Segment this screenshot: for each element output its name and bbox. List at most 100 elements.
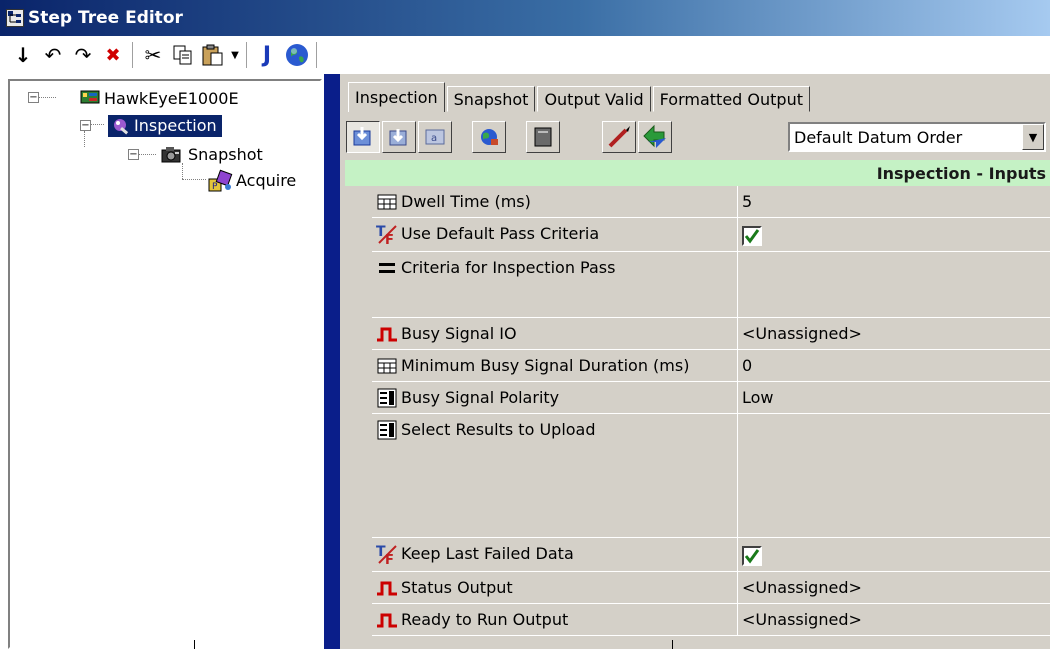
property-value-cell[interactable]: <Unassigned> — [738, 604, 1050, 636]
property-value-cell[interactable] — [738, 218, 1050, 252]
collapse-icon[interactable]: − — [128, 149, 139, 160]
property-name: Dwell Time (ms) — [401, 192, 531, 211]
property-name: Keep Last Failed Data — [401, 544, 574, 563]
use-default-pass-criteria-checkbox[interactable] — [742, 226, 762, 246]
property-value-cell[interactable]: 0 — [738, 350, 1050, 382]
chevron-down-icon: ▼ — [231, 49, 239, 61]
collapse-icon[interactable]: − — [80, 120, 91, 131]
tree-node-label: HawkEyeE1000E — [104, 88, 239, 108]
tree-connector — [84, 131, 85, 147]
divider — [672, 640, 673, 649]
property-row[interactable]: Ready to Run Output <Unassigned> — [340, 604, 1050, 636]
property-name: Select Results to Upload — [401, 420, 596, 439]
device-icon — [80, 89, 100, 105]
property-value-cell[interactable]: <Unassigned> — [738, 572, 1050, 604]
property-row[interactable]: Minimum Busy Signal Duration (ms) 0 — [340, 350, 1050, 382]
svg-text:a: a — [431, 133, 437, 144]
tab-output-valid[interactable]: Output Valid — [537, 86, 651, 112]
property-value-cell[interactable] — [738, 252, 1050, 318]
tree-connector — [182, 163, 183, 179]
inspection-icon — [108, 115, 132, 137]
outputs-view-button[interactable] — [382, 121, 416, 153]
paste-icon — [202, 44, 223, 66]
toolbar-separator — [246, 42, 248, 68]
property-value-cell[interactable] — [738, 414, 1050, 538]
paste-dropdown-button[interactable]: ▼ — [228, 40, 242, 70]
copy-button[interactable] — [168, 40, 198, 70]
property-value-cell[interactable]: Low — [738, 382, 1050, 414]
sort-button[interactable] — [638, 121, 672, 153]
numeric-keypad-icon — [376, 356, 398, 376]
inputs-view-button[interactable] — [346, 121, 380, 153]
property-name-cell: Ready to Run Output — [372, 604, 738, 636]
step-tree: − HawkEyeE1000E − Inspection − Snapshot … — [8, 79, 322, 649]
move-down-button[interactable]: ↓ — [8, 40, 38, 70]
property-row[interactable]: Busy Signal Polarity Low — [340, 382, 1050, 414]
property-value: <Unassigned> — [742, 610, 862, 629]
dropdown-button[interactable]: ▼ — [1022, 124, 1044, 150]
numeric-keypad-icon — [376, 192, 398, 212]
property-name-cell: Criteria for Inspection Pass — [372, 252, 738, 318]
pulse-signal-icon — [376, 324, 398, 344]
cut-button[interactable]: ✂ — [138, 40, 168, 70]
tree-node-label: Acquire — [236, 171, 297, 190]
title-bar: Step Tree Editor — [0, 0, 1050, 36]
property-row[interactable]: TF Use Default Pass Criteria — [340, 218, 1050, 252]
equals-icon — [376, 258, 398, 278]
edit-button[interactable] — [602, 121, 636, 153]
tab-formatted-output[interactable]: Formatted Output — [652, 86, 810, 112]
property-value: <Unassigned> — [742, 324, 862, 343]
undo-icon: ↶ — [44, 43, 62, 67]
step-tabs: Inspection Snapshot Output Valid Formatt… — [348, 82, 812, 112]
connect-button[interactable] — [472, 121, 506, 153]
property-name: Busy Signal IO — [401, 324, 517, 343]
property-value: 0 — [742, 356, 753, 375]
acquire-icon: P — [206, 169, 234, 193]
pulse-signal-icon — [376, 578, 398, 598]
keep-last-failed-data-checkbox[interactable] — [742, 546, 762, 566]
collapse-icon[interactable]: − — [28, 92, 39, 103]
pane-splitter[interactable] — [324, 74, 340, 649]
document-button[interactable] — [526, 121, 560, 153]
tree-connector — [182, 179, 206, 180]
copy-icon — [173, 45, 192, 65]
arrows-icon — [643, 124, 666, 148]
property-value-cell[interactable]: <Unassigned> — [738, 318, 1050, 350]
property-name-cell: Busy Signal IO — [372, 318, 738, 350]
property-row[interactable]: TF Keep Last Failed Data — [340, 538, 1050, 572]
undo-button[interactable]: ↶ — [38, 40, 68, 70]
advanced-view-button[interactable]: a — [418, 121, 452, 153]
property-value: 5 — [742, 192, 753, 211]
delete-button[interactable]: ✖ — [98, 40, 128, 70]
datum-order-value: Default Datum Order — [794, 127, 963, 147]
property-row[interactable]: Busy Signal IO <Unassigned> — [340, 318, 1050, 350]
property-name-cell: Status Output — [372, 572, 738, 604]
redo-button[interactable]: ↷ — [68, 40, 98, 70]
property-value: Low — [742, 388, 774, 407]
j-script-button[interactable]: J — [252, 40, 282, 70]
property-name: Use Default Pass Criteria — [401, 224, 600, 243]
section-header: Inspection - Inputs — [345, 160, 1050, 186]
globe-button[interactable] — [282, 40, 312, 70]
camera-icon — [160, 145, 184, 165]
tab-inspection[interactable]: Inspection — [348, 82, 445, 112]
property-row[interactable]: Criteria for Inspection Pass — [340, 252, 1050, 318]
j-script-icon: J — [262, 42, 272, 68]
cut-icon: ✂ — [144, 43, 162, 67]
delete-icon: ✖ — [105, 44, 121, 66]
property-row[interactable]: Dwell Time (ms) 5 — [340, 186, 1050, 218]
property-name-cell: Busy Signal Polarity — [372, 382, 738, 414]
property-value-cell[interactable] — [738, 538, 1050, 572]
datum-order-select[interactable]: Default Datum Order ▼ — [788, 122, 1046, 152]
property-value-cell[interactable]: 5 — [738, 186, 1050, 218]
pulse-signal-icon — [376, 610, 398, 630]
document-icon — [534, 127, 552, 147]
main-toolbar: ↓ ↶ ↷ ✖ ✂ ▼ J — [0, 36, 1050, 74]
globe-icon — [286, 44, 308, 66]
window-title: Step Tree Editor — [28, 8, 183, 28]
property-row[interactable]: Status Output <Unassigned> — [340, 572, 1050, 604]
toolbar-separator — [132, 42, 134, 68]
property-row[interactable]: Select Results to Upload — [340, 414, 1050, 538]
tab-snapshot[interactable]: Snapshot — [446, 86, 536, 112]
paste-button[interactable] — [198, 40, 228, 70]
